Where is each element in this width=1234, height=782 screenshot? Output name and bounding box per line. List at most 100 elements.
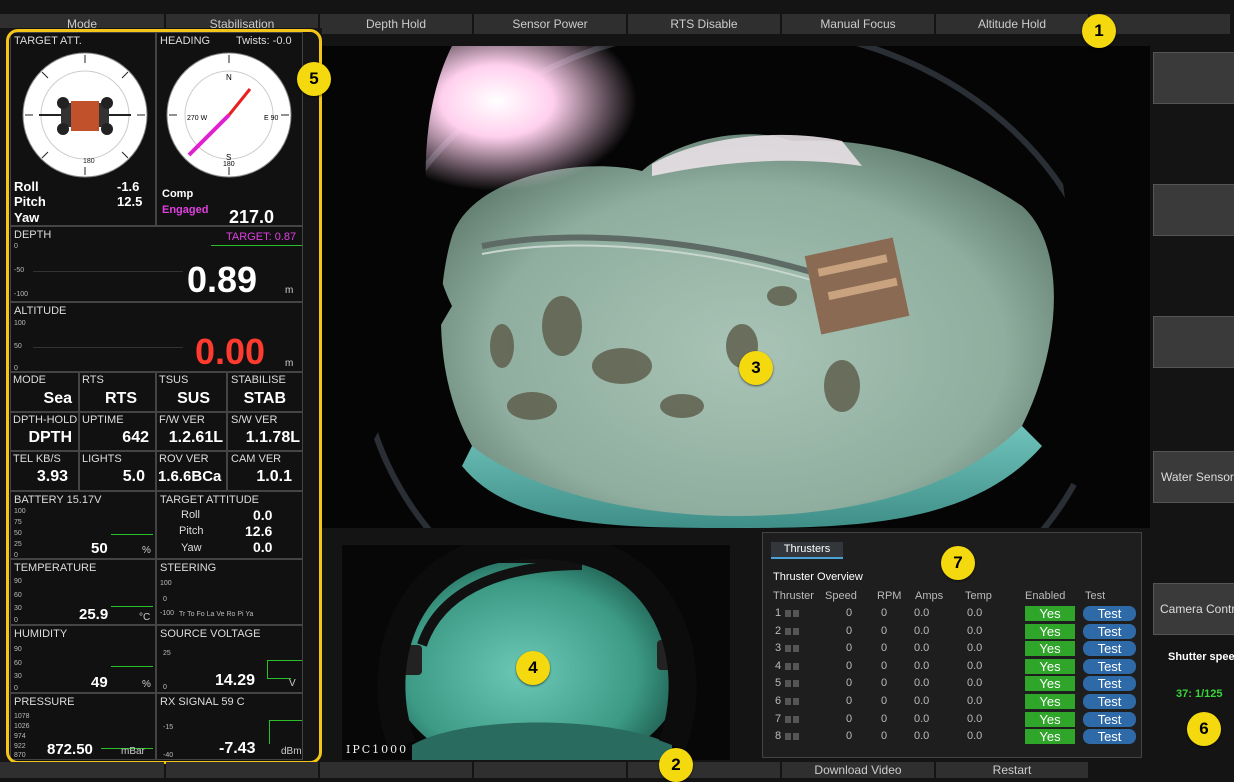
thruster-row: 5 0 0 0.0 0.0 Yes Test: [763, 675, 1143, 692]
thruster-overview-title: Thruster Overview: [773, 571, 863, 583]
thruster-speed: 0: [846, 730, 853, 743]
thruster-indicator-icon: [785, 715, 799, 723]
bottom-toolbar: Download Video Restart: [0, 762, 1234, 778]
panel-highlight-frame: [6, 29, 322, 764]
thruster-temp: 0.0: [967, 695, 983, 707]
thruster-amps: 0.0: [914, 730, 930, 743]
thruster-indicator-icon: [785, 698, 799, 705]
col-enabled: Enabled: [1025, 590, 1066, 602]
callout-marker: 5: [297, 62, 331, 96]
callout-marker: 3: [739, 351, 773, 385]
manual-focus-button[interactable]: Manual Focus: [782, 14, 934, 34]
camera-control-button[interactable]: Camera Control: [1153, 583, 1234, 635]
thruster-enabled-button[interactable]: Yes: [1025, 641, 1075, 657]
thruster-rpm: 0: [881, 730, 888, 743]
thruster-rpm: 0: [881, 607, 888, 619]
callout-marker: 7: [941, 546, 975, 580]
callout-marker: 2: [659, 748, 693, 782]
shutter-speed-label: Shutter speed: [1168, 651, 1234, 663]
bottom-button-1[interactable]: [0, 762, 164, 778]
thruster-amps: 0.0: [914, 712, 930, 725]
thruster-test-button[interactable]: Test: [1083, 658, 1136, 674]
restart-button[interactable]: Restart: [936, 762, 1088, 778]
col-rpm: RPM: [877, 590, 902, 602]
thruster-row: 4 0 0 0.0 0.0 Yes Test: [763, 658, 1143, 675]
thruster-id: 3: [775, 642, 782, 655]
thruster-temp: 0.0: [967, 642, 983, 655]
water-sensor-button[interactable]: Water Sensor: [1153, 451, 1234, 503]
download-video-button[interactable]: Download Video: [782, 762, 934, 778]
bottom-button-3[interactable]: [320, 762, 472, 778]
thruster-enabled-button[interactable]: Yes: [1025, 729, 1075, 745]
callout-marker: 4: [516, 651, 550, 685]
thruster-enabled-button[interactable]: Yes: [1025, 711, 1075, 727]
side-button-1[interactable]: [1153, 52, 1234, 104]
thruster-id: 4: [775, 659, 782, 672]
col-amps: Amps: [915, 590, 944, 602]
depth-hold-button[interactable]: Depth Hold: [320, 14, 472, 34]
thruster-row: 8 0 0 0.0 0.0 Yes Test: [763, 728, 1143, 745]
main-camera-view: [322, 46, 1150, 528]
thruster-test-button[interactable]: Test: [1083, 606, 1136, 621]
thruster-indicator-icon: [785, 680, 799, 688]
col-speed: Speed: [825, 590, 857, 602]
thruster-test-button[interactable]: Test: [1083, 729, 1136, 745]
col-temp: Temp: [965, 590, 992, 602]
main-camera-image: [322, 46, 1150, 528]
bottom-button-4[interactable]: [474, 762, 626, 778]
thruster-speed: 0: [846, 642, 853, 655]
thruster-test-button[interactable]: Test: [1083, 694, 1136, 709]
thruster-id: 5: [775, 677, 782, 690]
thruster-rpm: 0: [881, 642, 888, 655]
bottom-button-5[interactable]: [628, 762, 780, 778]
callout-marker: 6: [1187, 712, 1221, 746]
thruster-enabled-button[interactable]: Yes: [1025, 623, 1075, 639]
thruster-speed: 0: [846, 712, 853, 725]
altitude-hold-button[interactable]: Altitude Hold: [936, 14, 1088, 34]
rts-disable-button[interactable]: RTS Disable: [628, 14, 780, 34]
thruster-row: 2 0 0 0.0 0.0 Yes Test: [763, 623, 1143, 640]
thruster-enabled-button[interactable]: Yes: [1025, 606, 1075, 621]
thruster-temp: 0.0: [967, 624, 983, 637]
sensor-power-button[interactable]: Sensor Power: [474, 14, 626, 34]
thruster-row: 1 0 0 0.0 0.0 Yes Test: [763, 605, 1143, 622]
thruster-row: 6 0 0 0.0 0.0 Yes Test: [763, 693, 1143, 710]
thruster-test-button[interactable]: Test: [1083, 711, 1136, 727]
callout-marker: 1: [1082, 14, 1116, 48]
thruster-indicator-icon: [785, 645, 799, 653]
thruster-test-button[interactable]: Test: [1083, 676, 1136, 692]
thruster-amps: 0.0: [914, 642, 930, 655]
thruster-test-button[interactable]: Test: [1083, 641, 1136, 657]
thruster-rpm: 0: [881, 624, 888, 637]
thruster-enabled-button[interactable]: Yes: [1025, 676, 1075, 692]
thruster-rpm: 0: [881, 659, 888, 672]
thruster-amps: 0.0: [914, 607, 930, 619]
thruster-speed: 0: [846, 659, 853, 672]
thruster-indicator-icon: [785, 662, 799, 670]
camera-model-label: IPC1000: [346, 743, 409, 756]
col-test: Test: [1085, 590, 1106, 602]
thruster-id: 1: [775, 607, 782, 619]
thruster-enabled-button[interactable]: Yes: [1025, 658, 1075, 674]
side-button-2[interactable]: [1153, 184, 1234, 236]
thruster-enabled-button[interactable]: Yes: [1025, 694, 1075, 709]
thruster-temp: 0.0: [967, 607, 983, 619]
thruster-row: 7 0 0 0.0 0.0 Yes Test: [763, 711, 1143, 728]
thruster-temp: 0.0: [967, 677, 983, 690]
thruster-id: 6: [775, 695, 782, 707]
thruster-test-button[interactable]: Test: [1083, 623, 1136, 639]
thruster-id: 2: [775, 624, 782, 637]
thruster-row: 3 0 0 0.0 0.0 Yes Test: [763, 640, 1143, 657]
thruster-rpm: 0: [881, 712, 888, 725]
thruster-indicator-icon: [785, 627, 799, 635]
thruster-temp: 0.0: [967, 730, 983, 743]
bottom-button-2[interactable]: [166, 762, 318, 778]
thruster-amps: 0.0: [914, 624, 930, 637]
thruster-temp: 0.0: [967, 712, 983, 725]
thruster-amps: 0.0: [914, 695, 930, 707]
thruster-amps: 0.0: [914, 677, 930, 690]
side-button-3[interactable]: [1153, 316, 1234, 368]
tab-thrusters[interactable]: Thrusters: [771, 542, 843, 559]
thruster-speed: 0: [846, 695, 853, 707]
thruster-speed: 0: [846, 607, 853, 619]
